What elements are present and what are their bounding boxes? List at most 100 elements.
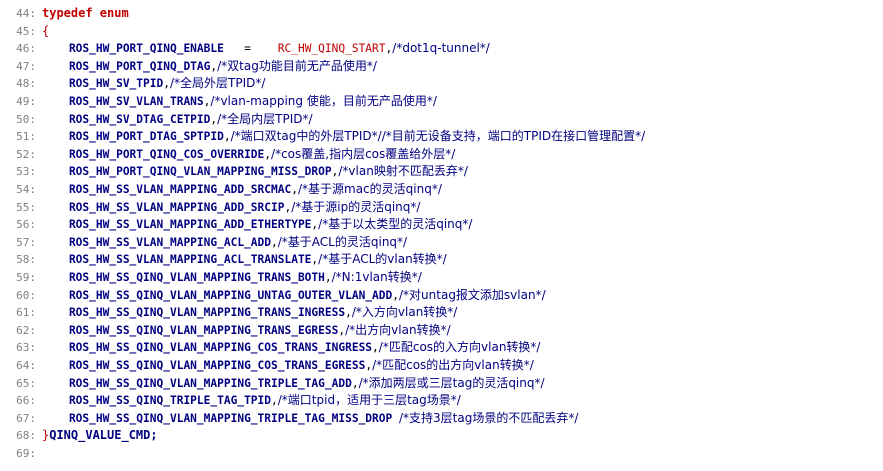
code-line[interactable]: 56: ROS_HW_SS_VLAN_MAPPING_ADD_ETHERTYPE… (0, 216, 883, 233)
code-text: ROS_HW_SS_QINQ_VLAN_MAPPING_COS_TRANS_EG… (42, 357, 534, 374)
comment-token: /*支持3层tag场景的不匹配丢弃*/ (399, 410, 579, 425)
code-line[interactable]: 63: ROS_HW_SS_QINQ_VLAN_MAPPING_COS_TRAN… (0, 339, 883, 356)
comment-token: /*端口tpid，适用于三层tag场景*/ (277, 393, 461, 408)
macro-token: RC_HW_QINQ_START (277, 42, 386, 56)
comment-token: /*基于ACL的vlan转换*/ (318, 252, 447, 267)
identifier-token: ROS_HW_SS_QINQ_VLAN_MAPPING_TRIPLE_TAG_A… (42, 376, 352, 390)
line-number: 51: (16, 130, 36, 144)
line-number: 61: (16, 306, 36, 320)
comment-token: /*对untag报文添加svlan*/ (399, 287, 546, 302)
code-editor[interactable]: 44: typedef enum 45: {46: ROS_HW_PORT_QINQ_… (0, 0, 883, 471)
comment-token: /*基于源mac的灵活qinq*/ (297, 182, 442, 196)
operator-token: , (392, 288, 399, 302)
code-text: }QINQ_VALUE_CMD; (42, 427, 158, 444)
line-number: 56: (16, 218, 36, 232)
code-line[interactable]: 51: ROS_HW_PORT_DTAG_SPTPID,/*端口双tag中的外层… (0, 128, 883, 145)
operator-token (392, 412, 399, 425)
comment-token: /*dot1q-tunnel*/ (392, 41, 490, 56)
identifier-token: ROS_HW_PORT_QINQ_COS_OVERRIDE (42, 147, 265, 161)
comment-token: /*入方向vlan转换*/ (351, 305, 458, 320)
code-line[interactable]: 60: ROS_HW_SS_QINQ_VLAN_MAPPING_UNTAG_OU… (0, 287, 883, 304)
code-line[interactable]: 45: { (0, 23, 883, 40)
line-number: 53: (16, 165, 36, 179)
line-number: 65: (16, 376, 36, 390)
comment-token: /*添加两层或三层tag的灵活qinq*/ (358, 375, 545, 390)
code-text: ROS_HW_SS_VLAN_MAPPING_ACL_TRANSLATE,/*基… (42, 251, 447, 268)
code-text: ROS_HW_SV_TPID,/*全局外层TPID*/ (42, 75, 266, 92)
code-line[interactable]: 65: ROS_HW_SS_QINQ_VLAN_MAPPING_TRIPLE_T… (0, 375, 883, 392)
identifier-token: ROS_HW_SS_VLAN_MAPPING_ACL_TRANSLATE (42, 253, 312, 267)
code-line[interactable]: 68:}QINQ_VALUE_CMD; (0, 427, 883, 444)
code-text: ROS_HW_SS_QINQ_VLAN_MAPPING_TRANS_EGRESS… (42, 322, 451, 339)
line-number: 55: (16, 200, 36, 214)
comment-token: /*vlan映射不匹配丢弃*/ (338, 164, 468, 179)
identifier-token: ROS_HW_SS_QINQ_VLAN_MAPPING_COS_TRANS_IN… (42, 341, 373, 355)
comment-token: /*出方向vlan转换*/ (345, 322, 451, 337)
operator-token: , (324, 271, 332, 284)
operator-token: , (223, 130, 231, 144)
line-number: 49: (16, 95, 36, 108)
identifier-token: ROS_HW_SV_TPID (42, 77, 164, 91)
code-line[interactable]: 44: typedef enum (0, 5, 883, 22)
operator-token: , (372, 341, 379, 355)
code-text: ROS_HW_SS_VLAN_MAPPING_ADD_SRCMAC,/*基于源m… (42, 181, 442, 198)
line-number: 62: (16, 323, 36, 337)
code-text: ROS_HW_SS_QINQ_VLAN_MAPPING_COS_TRANS_IN… (42, 339, 541, 356)
code-line[interactable]: 64: ROS_HW_SS_QINQ_VLAN_MAPPING_COS_TRAN… (0, 357, 883, 374)
code-line[interactable]: 55: ROS_HW_SS_VLAN_MAPPING_ADD_SRCIP,/*基… (0, 199, 883, 216)
code-text: ROS_HW_SV_VLAN_TRANS,/*vlan-mapping 使能，目… (42, 93, 437, 110)
line-number: 57: (16, 235, 36, 249)
identifier-token: ROS_HW_SS_QINQ_VLAN_MAPPING_TRANS_EGRESS (42, 323, 339, 337)
identifier-token: ROS_HW_SS_VLAN_MAPPING_ADD_SRCMAC (42, 183, 292, 196)
code-text: ROS_HW_PORT_QINQ_DTAG,/*双tag功能目前无产品使用*/ (42, 58, 377, 75)
code-text: ROS_HW_SS_QINQ_VLAN_MAPPING_TRIPLE_TAG_A… (42, 375, 545, 392)
code-line[interactable]: 57: ROS_HW_SS_VLAN_MAPPING_ACL_ADD,/*基于A… (0, 234, 883, 251)
code-line[interactable]: 67: ROS_HW_SS_QINQ_VLAN_MAPPING_TRIPLE_T… (0, 410, 883, 427)
code-line[interactable]: 58: ROS_HW_SS_VLAN_MAPPING_ACL_TRANSLATE… (0, 251, 883, 268)
operator-token: , (291, 183, 298, 196)
operator-token: , (351, 376, 359, 390)
code-text: ROS_HW_SV_DTAG_CETPID,/*全局内层TPID*/ (42, 111, 313, 128)
operator-token: , (345, 306, 352, 320)
code-text: ROS_HW_SS_VLAN_MAPPING_ADD_SRCIP,/*基于源ip… (42, 199, 421, 216)
line-number: 45: (16, 24, 36, 38)
line-number: 52: (16, 147, 36, 161)
operator-token: = (237, 42, 278, 56)
code-line[interactable]: 62: ROS_HW_SS_QINQ_VLAN_MAPPING_TRANS_EG… (0, 322, 883, 339)
identifier-token: ROS_HW_PORT_QINQ_ENABLE (42, 42, 238, 56)
code-line[interactable]: 46: ROS_HW_PORT_QINQ_ENABLE = RC_HW_QINQ… (0, 40, 883, 57)
code-line[interactable]: 50: ROS_HW_SV_DTAG_CETPID,/*全局内层TPID*/ (0, 111, 883, 128)
comment-token: /*匹配cos的出方向vlan转换*/ (372, 358, 534, 372)
code-line[interactable]: 52: ROS_HW_PORT_QINQ_COS_OVERRIDE,/*cos覆… (0, 146, 883, 163)
code-line[interactable]: 66: ROS_HW_SS_QINQ_TRIPLE_TAG_TPID,/*端口t… (0, 392, 883, 409)
identifier-token: ROS_HW_PORT_QINQ_DTAG (42, 59, 211, 73)
identifier-token: ROS_HW_SS_VLAN_MAPPING_ACL_ADD (42, 235, 272, 249)
code-text: typedef enum (42, 5, 129, 22)
code-text: ROS_HW_SS_VLAN_MAPPING_ACL_ADD,/*基于ACL的灵… (42, 234, 407, 251)
code-line[interactable]: 49: ROS_HW_SV_VLAN_TRANS,/*vlan-mapping … (0, 93, 883, 110)
code-line[interactable]: 48: ROS_HW_SV_TPID,/*全局外层TPID*/ (0, 75, 883, 92)
comment-token: /*全局外层TPID*/ (170, 76, 266, 91)
identifier-token: ROS_HW_PORT_QINQ_VLAN_MAPPING_MISS_DROP (42, 165, 332, 179)
code-text: ROS_HW_SS_QINQ_TRIPLE_TAG_TPID,/*端口tpid，… (42, 392, 461, 409)
comment-token: /*端口双tag中的外层TPID*//*目前无设备支持，端口的TPID在接口管理… (230, 129, 646, 144)
code-line[interactable]: 54: ROS_HW_SS_VLAN_MAPPING_ADD_SRCMAC,/*… (0, 181, 883, 198)
code-line[interactable]: 61: ROS_HW_SS_QINQ_VLAN_MAPPING_TRANS_IN… (0, 304, 883, 321)
line-number: 47: (16, 59, 36, 73)
identifier-token: ROS_HW_SS_QINQ_TRIPLE_TAG_TPID (42, 394, 272, 408)
line-number: 48: (16, 77, 36, 91)
type-name-token: ; (150, 428, 158, 443)
code-text: ROS_HW_SS_VLAN_MAPPING_ADD_ETHERTYPE,/*基… (42, 216, 473, 233)
code-line[interactable]: 47: ROS_HW_PORT_QINQ_DTAG,/*双tag功能目前无产品使… (0, 58, 883, 75)
code-line[interactable]: 53: ROS_HW_PORT_QINQ_VLAN_MAPPING_MISS_D… (0, 163, 883, 180)
comment-token: /*双tag功能目前无产品使用*/ (217, 58, 377, 73)
identifier-token: ROS_HW_SS_VLAN_MAPPING_ADD_ETHERTYPE (42, 218, 312, 232)
line-number: 67: (16, 411, 36, 425)
line-number: 59: (16, 271, 36, 284)
code-text: ROS_HW_PORT_QINQ_VLAN_MAPPING_MISS_DROP,… (42, 163, 468, 180)
code-line[interactable]: 69: (0, 445, 883, 462)
line-number: 66: (16, 394, 36, 408)
identifier-token: ROS_HW_PORT_DTAG_SPTPID (42, 130, 224, 144)
code-line[interactable]: 59: ROS_HW_SS_QINQ_VLAN_MAPPING_TRANS_BO… (0, 269, 883, 286)
code-text: ROS_HW_SS_QINQ_VLAN_MAPPING_TRANS_BOTH,/… (42, 269, 422, 286)
